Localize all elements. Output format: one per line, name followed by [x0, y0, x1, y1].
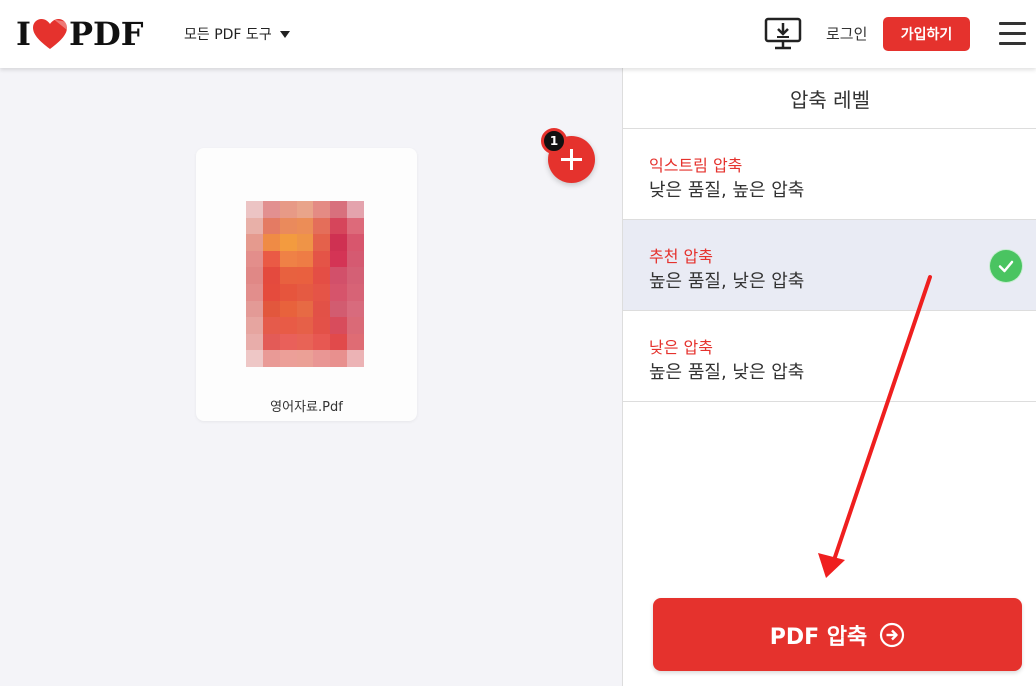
top-header: I PDF 모든 PDF 도구 로그인 가입하기 — [0, 0, 1036, 68]
heart-icon — [32, 19, 67, 49]
file-card[interactable]: 영어자료.Pdf — [196, 148, 417, 421]
check-icon — [990, 250, 1022, 282]
logo-text-suffix: PDF — [68, 15, 144, 53]
desktop-download-button[interactable] — [764, 17, 802, 51]
ilovepdf-logo[interactable]: I PDF — [16, 16, 144, 52]
option-recommended-compression[interactable]: 추천 압축 높은 품질, 낮은 압축 — [623, 220, 1036, 311]
compression-sidebar: 압축 레벨 익스트림 압축 낮은 품질, 높은 압축 추천 압축 높은 품질, … — [622, 68, 1036, 686]
option-extreme-compression[interactable]: 익스트림 압축 낮은 품질, 높은 압축 — [623, 129, 1036, 220]
option-description: 높은 품질, 낮은 압축 — [649, 362, 805, 383]
option-low-compression[interactable]: 낮은 압축 높은 품질, 낮은 압축 — [623, 311, 1036, 402]
file-workspace: 영어자료.Pdf — [0, 68, 622, 686]
all-pdf-tools-label: 모든 PDF 도구 — [184, 27, 272, 43]
desktop-download-icon — [764, 17, 802, 50]
hamburger-menu-icon[interactable] — [999, 22, 1026, 46]
option-name: 낮은 압축 — [649, 338, 713, 357]
option-description: 높은 품질, 낮은 압축 — [649, 271, 805, 292]
logo-text-prefix: I — [16, 15, 31, 53]
arrow-right-circle-icon — [880, 622, 905, 647]
all-pdf-tools-dropdown[interactable]: 모든 PDF 도구 — [184, 22, 290, 46]
compress-pdf-button[interactable]: PDF 압축 — [653, 598, 1022, 671]
caret-down-icon — [279, 30, 290, 38]
sidebar-title: 압축 레벨 — [623, 68, 1036, 129]
file-count-badge: 1 — [541, 128, 567, 154]
option-description: 낮은 품질, 높은 압축 — [649, 180, 805, 201]
signup-button[interactable]: 가입하기 — [883, 17, 970, 51]
file-thumbnail — [246, 201, 364, 367]
login-link[interactable]: 로그인 — [826, 23, 867, 44]
compress-pdf-label: PDF 압축 — [769, 624, 868, 650]
option-name: 익스트림 압축 — [649, 156, 743, 175]
option-name: 추천 압축 — [649, 247, 713, 266]
file-name: 영어자료.Pdf — [270, 400, 343, 415]
